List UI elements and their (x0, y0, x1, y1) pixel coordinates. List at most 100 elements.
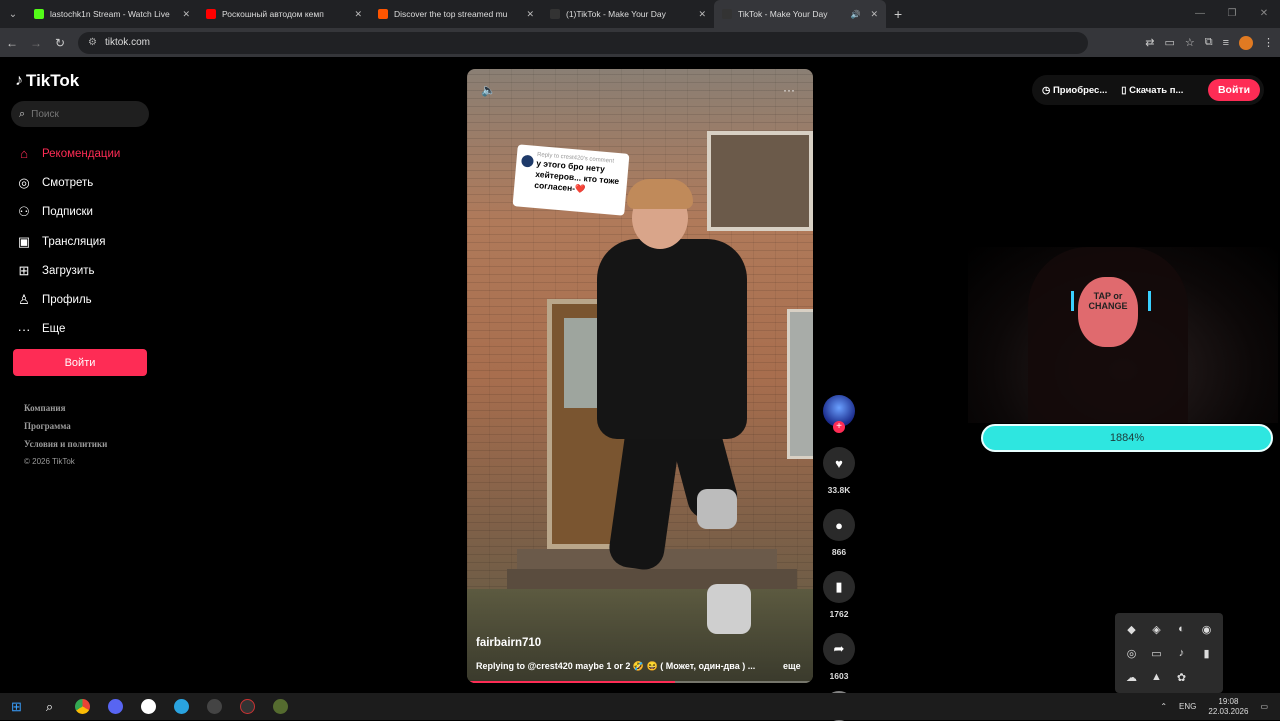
url-text: tiktok.com (104, 37, 150, 48)
footer-program-link[interactable]: Программа (24, 421, 107, 439)
tab-title: Discover the top streamed mu (394, 9, 508, 19)
media-control-icon[interactable]: ≡ (1223, 37, 1229, 49)
chrome-icon[interactable] (66, 693, 99, 720)
follow-plus-icon[interactable]: + (833, 421, 845, 433)
get-coins-button[interactable]: ◷ Приобрес... (1042, 85, 1107, 96)
obs-icon[interactable] (198, 693, 231, 720)
minimize-icon[interactable]: — (1184, 0, 1216, 28)
save-action[interactable]: ▮ 1762 (822, 571, 856, 619)
share-arrow-icon[interactable]: ➦ (823, 633, 855, 665)
caption-more-button[interactable]: еще (783, 661, 801, 671)
like-action[interactable]: ♥ 33.8K (822, 447, 856, 495)
cast-icon[interactable]: ▭ (1164, 36, 1174, 49)
volume-icon[interactable]: 🔈 (481, 83, 496, 97)
back-icon[interactable]: ← (0, 36, 24, 50)
neon-light (1148, 291, 1151, 311)
extensions-icon[interactable]: ⧉ (1205, 36, 1213, 49)
app-icon[interactable] (231, 693, 264, 720)
notifications-icon[interactable]: ▭ (1260, 702, 1268, 711)
stream-goal-bar: 1884% (981, 424, 1273, 452)
close-window-icon[interactable]: ✕ (1248, 0, 1280, 28)
footer-company-link[interactable]: Компания (24, 403, 107, 421)
download-app-button[interactable]: ▯ Скачать п... (1121, 85, 1183, 96)
tray-app-icon[interactable]: ◆ (1127, 623, 1135, 636)
comment-icon[interactable]: ● (823, 509, 855, 541)
tiktok-page: ♪ TikTok ⌕ Поиск ⌂ Рекомендации ◎ Смотре… (0, 57, 1280, 721)
browser-tab-bar: ⌄ lastochk1n Stream - Watch Live ✕ Роско… (0, 0, 1280, 28)
yandex-icon[interactable] (132, 693, 165, 720)
close-tab-icon[interactable]: ✕ (870, 9, 878, 20)
url-field[interactable]: ⚙ tiktok.com (78, 31, 1088, 54)
app-icon[interactable] (264, 693, 297, 720)
sidebar-login-button[interactable]: Войти (13, 349, 147, 376)
discord-icon[interactable] (99, 693, 132, 720)
share-action[interactable]: ➦ 1603 (822, 633, 856, 681)
heart-icon[interactable]: ♥ (823, 447, 855, 479)
sidebar-item-following[interactable]: ⚇ Подписки (15, 198, 155, 227)
sidebar-item-more[interactable]: ··· Еще (15, 315, 155, 344)
following-icon: ⚇ (18, 204, 30, 220)
tiktok-icon (722, 9, 732, 19)
sidebar-item-foryou[interactable]: ⌂ Рекомендации (15, 139, 155, 168)
top-right-actions: ◷ Приобрес... ▯ Скачать п... Войти (1032, 75, 1264, 105)
sidebar-item-profile[interactable]: ♙ Профиль (15, 285, 155, 314)
sidebar-item-explore[interactable]: ◎ Смотреть (15, 168, 155, 197)
browser-menu-icon[interactable]: ⋮ (1263, 36, 1274, 49)
cloud-icon[interactable]: ☁ (1126, 671, 1137, 684)
tray-app-icon[interactable]: ◉ (1202, 623, 1212, 636)
restore-icon[interactable]: ❐ (1216, 0, 1248, 28)
tab-2[interactable]: Discover the top streamed mu ✕ (370, 0, 542, 28)
footer-terms-link[interactable]: Условия и политики (24, 439, 107, 457)
tab-0[interactable]: lastochk1n Stream - Watch Live ✕ (26, 0, 198, 28)
site-info-icon[interactable]: ⚙ (88, 37, 97, 48)
video-player[interactable]: 🔈 ··· Reply to crest420's comment у этог… (467, 69, 813, 683)
new-tab-button[interactable]: + (894, 6, 902, 22)
windows-start-icon[interactable]: ⊞ (0, 693, 33, 720)
browser-toolbar: ⇄ ▭ ☆ ⧉ ≡ ⋮ (1145, 28, 1274, 57)
audio-playing-icon[interactable]: 🔊 (850, 10, 860, 19)
windows-taskbar: ⊞ ⌕ ⌃ ENG 19:08 22.03.2026 ▭ (0, 693, 1280, 720)
profile-avatar[interactable] (1239, 35, 1253, 50)
tiktok-logo[interactable]: ♪ TikTok (15, 71, 79, 91)
clock[interactable]: 19:08 22.03.2026 (1208, 697, 1248, 717)
author-avatar[interactable]: + (823, 395, 855, 433)
tab-4-active[interactable]: TikTok - Make Your Day 🔊 ✕ (714, 0, 886, 28)
comment-avatar (520, 154, 534, 168)
steam-icon[interactable]: ◈ (1152, 623, 1160, 636)
nvidia-icon[interactable]: ▲ (1151, 671, 1162, 683)
taskbar-tray: ⌃ ENG 19:08 22.03.2026 ▭ (1160, 693, 1280, 720)
tab-1[interactable]: Роскошный автодом кемп ✕ (198, 0, 370, 28)
tab-3[interactable]: (1)TikTok - Make Your Day ✕ (542, 0, 714, 28)
translate-icon[interactable]: ⇄ (1145, 36, 1154, 49)
comment-action[interactable]: ● 866 (822, 509, 856, 557)
tray-app-icon[interactable]: ✿ (1177, 671, 1186, 684)
close-tab-icon[interactable]: ✕ (182, 9, 190, 20)
video-progress-bar[interactable] (467, 681, 813, 683)
top-login-button[interactable]: Войти (1208, 79, 1260, 101)
video-author-username[interactable]: fairbairn710 (476, 637, 541, 649)
language-indicator[interactable]: ENG (1179, 702, 1196, 711)
telegram-icon[interactable] (165, 693, 198, 720)
tray-app-icon[interactable]: ◐ (1178, 623, 1185, 635)
close-tab-icon[interactable]: ✕ (526, 9, 534, 20)
search-taskbar-icon[interactable]: ⌕ (33, 693, 66, 720)
video-options-icon[interactable]: ··· (783, 83, 795, 97)
forward-icon[interactable]: → (24, 36, 48, 50)
close-tab-icon[interactable]: ✕ (698, 9, 706, 20)
display-icon[interactable]: ▭ (1151, 647, 1161, 660)
bookmark-star-icon[interactable]: ☆ (1185, 36, 1195, 49)
tray-chevron-icon[interactable]: ⌃ (1160, 702, 1167, 711)
upload-icon: ⊞ (18, 262, 30, 278)
reload-icon[interactable]: ↻ (48, 36, 72, 50)
volume-tray-icon[interactable]: ♪ (1179, 647, 1185, 659)
search-input[interactable]: ⌕ Поиск (11, 101, 149, 127)
bookmark-icon[interactable]: ▮ (823, 571, 855, 603)
close-tab-icon[interactable]: ✕ (354, 9, 362, 20)
get-coins-label: Приобрес... (1052, 84, 1108, 96)
sidebar-item-live[interactable]: ▣ Трансляция (15, 227, 155, 256)
sidebar-item-label: Смотреть (42, 176, 94, 189)
microphone-icon[interactable]: ▮ (1203, 647, 1209, 660)
tray-app-icon[interactable]: ◎ (1127, 647, 1137, 660)
sidebar-item-upload[interactable]: ⊞ Загрузить (15, 256, 155, 285)
tab-search-icon[interactable]: ⌄ (0, 0, 26, 28)
